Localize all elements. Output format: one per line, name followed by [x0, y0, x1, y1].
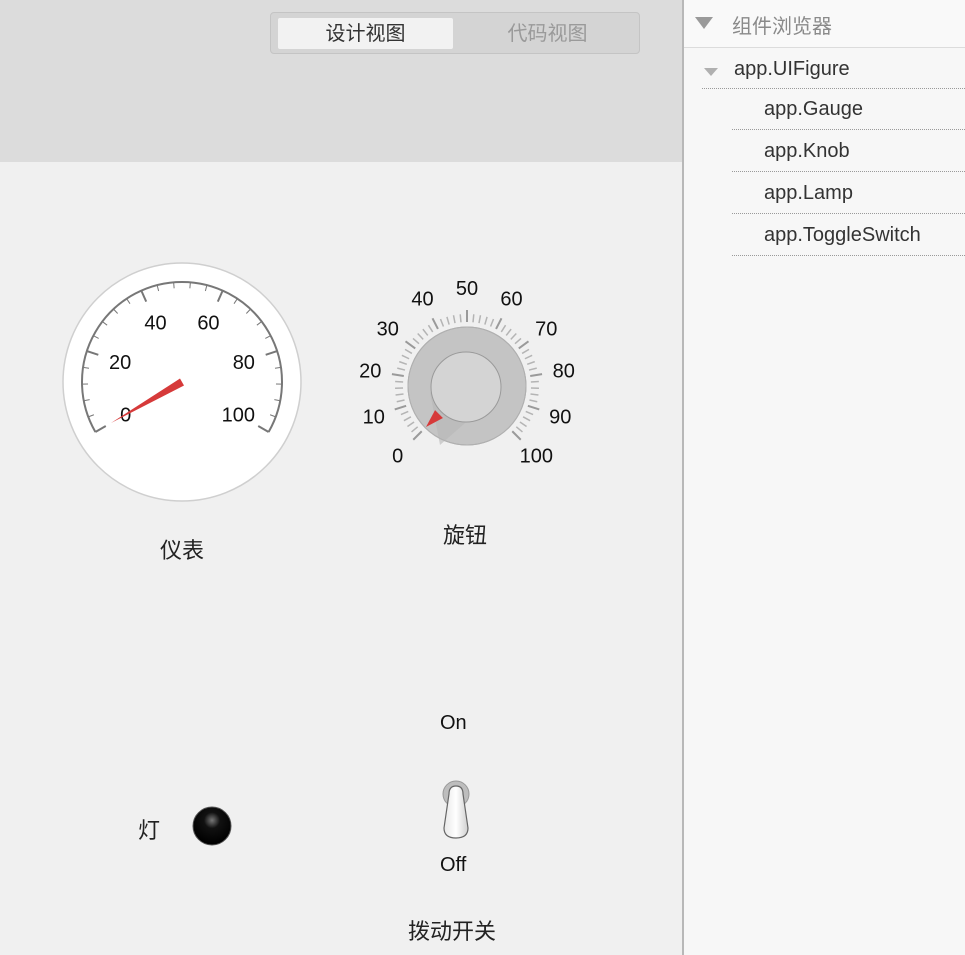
knob-tick	[505, 328, 512, 336]
tree-node-knob[interactable]: app.Knob	[732, 130, 965, 172]
knob-tick	[412, 430, 423, 441]
knob-tick-label: 20	[359, 361, 381, 383]
gauge-tick-label: 40	[144, 313, 166, 335]
knob-tick-label: 50	[456, 280, 478, 300]
knob-tick	[459, 314, 462, 323]
knob-tick	[524, 354, 533, 360]
knob-component[interactable]: 0 10 20 30 40 50 60 70 80 90 100	[340, 280, 590, 490]
knob-tick	[515, 426, 523, 433]
toggle-off-label: Off	[440, 854, 467, 876]
knob-tick	[478, 315, 482, 324]
knob-tick-label: 40	[411, 289, 433, 311]
tree-node-toggleswitch[interactable]: app.ToggleSwitch	[732, 214, 965, 256]
tree-node-gauge[interactable]: app.Gauge	[732, 88, 965, 130]
knob-tick	[407, 421, 415, 428]
knob-tick-label: 80	[553, 361, 575, 383]
knob-tick-label: 100	[520, 445, 553, 467]
knob-tick	[500, 324, 507, 333]
gauge-tick-label: 20	[109, 352, 131, 374]
knob-tick-label: 70	[535, 318, 557, 340]
knob-tick	[530, 380, 539, 383]
toggle-switch-label: 拨动开关	[408, 920, 497, 945]
gauge-tick-label: 0	[120, 405, 131, 427]
knob-tick	[394, 404, 407, 411]
knob-tick	[519, 421, 527, 428]
knob-tick	[510, 333, 517, 340]
knob-tick	[427, 324, 434, 333]
component-browser-title: 组件浏览器	[732, 14, 832, 38]
knob-tick-label: 0	[392, 445, 403, 467]
knob-tick	[530, 393, 539, 396]
expand-triangle-icon[interactable]	[704, 68, 718, 76]
knob-tick	[530, 373, 543, 377]
lamp-bulb	[192, 806, 232, 846]
knob-tick-label: 30	[377, 318, 399, 340]
knob-tick	[489, 318, 495, 327]
knob-tick	[528, 367, 537, 371]
knob-tick	[472, 314, 475, 323]
design-toolbar: 设计视图 代码视图	[0, 0, 683, 162]
gauge-tick	[173, 282, 175, 289]
component-browser-header[interactable]: 组件浏览器	[684, 0, 965, 48]
knob-tick	[422, 328, 429, 336]
gauge-label: 仪表	[160, 539, 205, 564]
knob-tick-label: 60	[500, 289, 522, 311]
knob-tick	[391, 373, 404, 377]
knob-tick	[412, 337, 420, 345]
tree-node-label: app.Knob	[764, 140, 850, 162]
knob-tick	[401, 354, 410, 360]
knob-tick	[395, 393, 404, 396]
design-view-button[interactable]: 设计视图	[278, 18, 453, 49]
tree-node-label: app.ToggleSwitch	[764, 224, 921, 246]
knob-tick	[527, 404, 540, 411]
knob-tick	[452, 315, 456, 324]
collapse-triangle-icon[interactable]	[695, 17, 713, 29]
knob-tick	[395, 380, 404, 383]
code-view-button[interactable]: 代码视图	[460, 18, 635, 49]
tree-node-label: app.UIFigure	[734, 58, 850, 80]
gauge-tick-label: 80	[233, 352, 255, 374]
knob-tick	[484, 316, 488, 325]
component-browser-panel: 组件浏览器 app.UIFigure app.Gauge app.Knob ap…	[684, 0, 965, 955]
gauge-component[interactable]: 0 20 40 60 80 100	[61, 262, 303, 504]
knob-tick	[397, 367, 406, 371]
knob-tick	[525, 410, 534, 416]
knob-tick	[526, 360, 535, 366]
knob-tick-label: 10	[363, 406, 385, 428]
knob-label: 旋钮	[443, 524, 488, 549]
knob-tick	[518, 340, 530, 350]
tree-node-label: app.Lamp	[764, 182, 853, 204]
knob-tick	[400, 410, 409, 416]
knob-tick	[399, 360, 408, 366]
knob-tick	[396, 399, 405, 403]
knob-tick	[514, 337, 522, 345]
gauge-tick-label: 100	[222, 405, 255, 427]
knob-tick	[417, 333, 424, 340]
tree-node-lamp[interactable]: app.Lamp	[732, 172, 965, 214]
knob-tick	[511, 430, 522, 441]
knob-tick	[446, 316, 450, 325]
lamp-component[interactable]	[191, 805, 233, 847]
knob-tick	[404, 340, 416, 350]
tree-node-label: app.Gauge	[764, 98, 863, 120]
knob-tick	[521, 348, 530, 355]
knob-tick	[404, 348, 413, 355]
knob-tick	[411, 426, 419, 433]
toggle-switch-component[interactable]	[438, 778, 474, 842]
knob-cap[interactable]	[430, 351, 502, 423]
knob-tick	[529, 399, 538, 403]
gauge-tick	[189, 282, 191, 289]
knob-tick-label: 90	[549, 406, 571, 428]
knob-tick	[403, 416, 412, 422]
tree-node-uifigure[interactable]: app.UIFigure	[702, 56, 965, 89]
view-switcher: 设计视图 代码视图	[270, 12, 640, 54]
knob-tick	[522, 416, 531, 422]
knob-tick	[495, 317, 503, 330]
knob-tick	[431, 317, 439, 330]
toggle-on-label: On	[440, 712, 467, 734]
lamp-label: 灯	[138, 819, 161, 844]
knob-tick	[439, 318, 445, 327]
gauge-tick-label: 60	[197, 313, 219, 335]
